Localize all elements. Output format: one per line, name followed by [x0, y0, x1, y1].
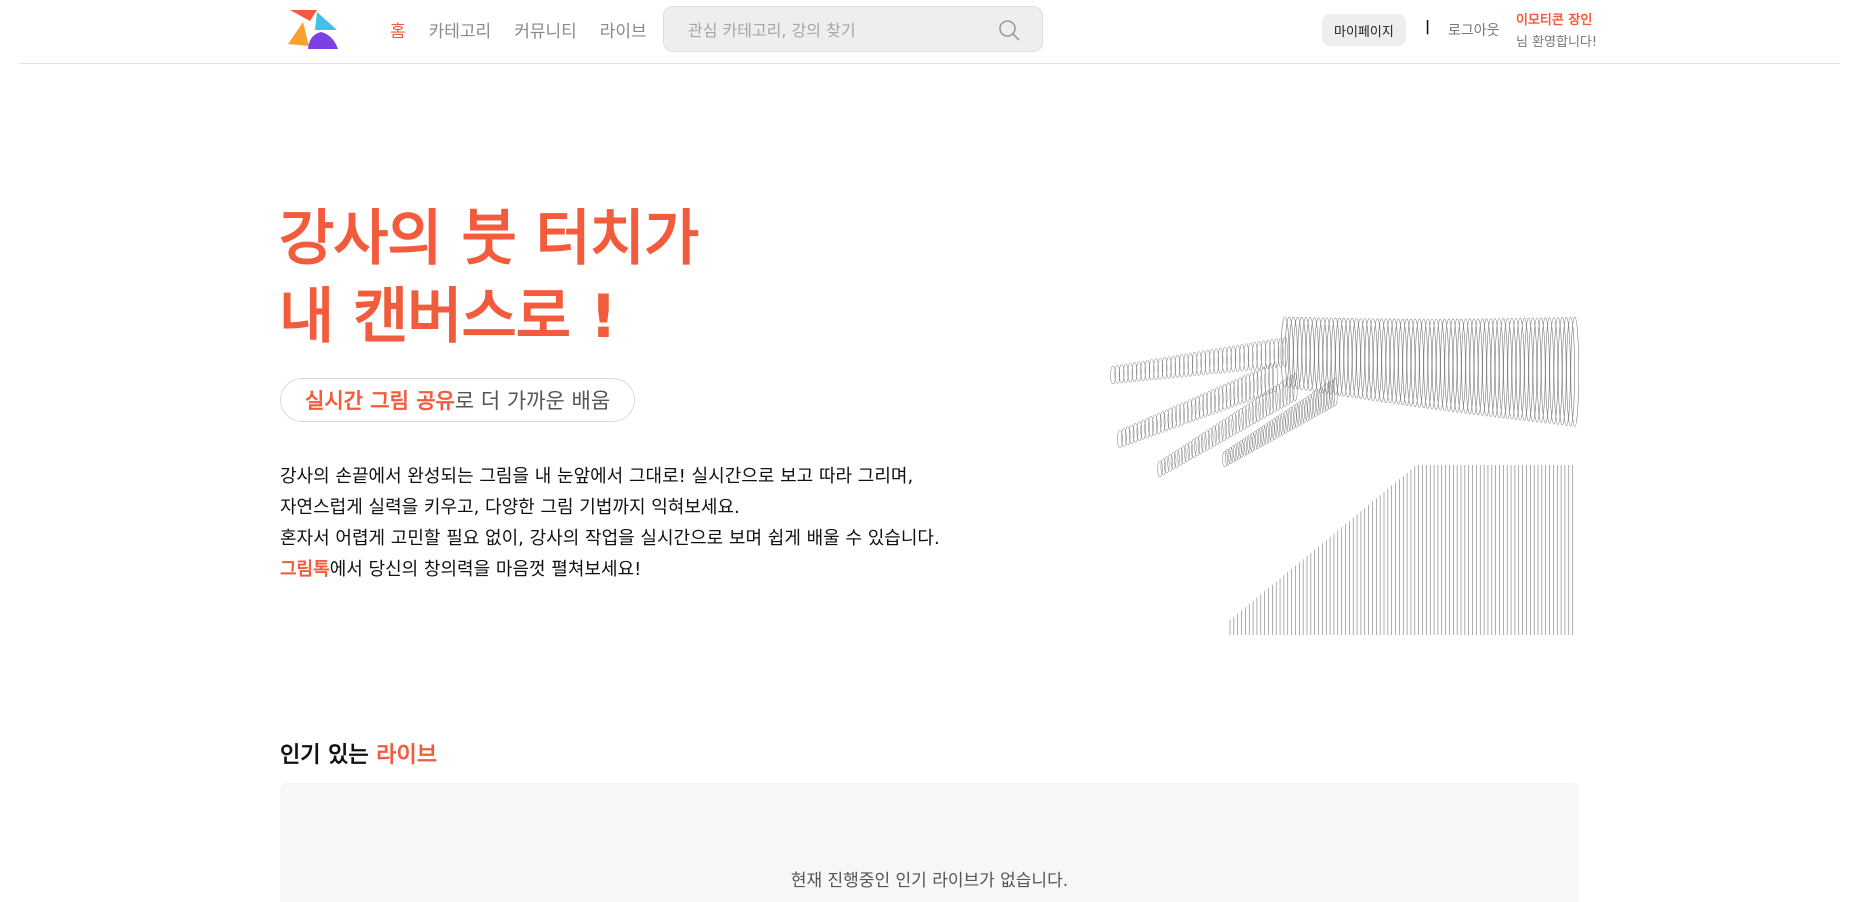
header-separator: | — [1425, 19, 1431, 35]
hero-description: 강사의 손끝에서 완성되는 그림을 내 눈앞에서 그대로! 실시간으로 보고 따… — [280, 461, 940, 585]
nav-category[interactable]: 카테고리 — [429, 17, 492, 42]
empty-live-message: 현재 진행중인 인기 라이브가 없습니다. — [790, 871, 1069, 891]
app-logo[interactable] — [287, 8, 339, 50]
top-header: 홈 카테고리 커뮤니티 라이브 마이페이지 | 로그아웃 이모티콘 장인 님 환… — [19, 0, 1840, 64]
popular-live-title: 인기 있는 라이브 — [280, 737, 437, 769]
section-title-prefix: 인기 있는 — [280, 743, 369, 768]
desc-line: 혼자서 어렵게 고민할 필요 없이, 강사의 작업을 실시간으로 보며 쉽게 배… — [280, 528, 940, 549]
welcome-message: 님 환영합니다! — [1516, 35, 1598, 50]
popular-live-panel: 현재 진행중인 인기 라이브가 없습니다. — [280, 783, 1579, 902]
desc-line: 그림톡에서 당신의 창의력을 마음껏 펼쳐보세요! — [280, 554, 940, 585]
nav-community[interactable]: 커뮤니티 — [514, 17, 577, 42]
mypage-button[interactable]: 마이페이지 — [1322, 14, 1406, 46]
hero-tagline-pill: 실시간 그림 공유 로 더 가까운 배움 — [280, 378, 636, 422]
desc-line: 강사의 손끝에서 완성되는 그림을 내 눈앞에서 그대로! 실시간으로 보고 따… — [280, 466, 914, 487]
brand-name: 그림톡 — [280, 559, 330, 580]
hero-title: 강사의 붓 터치가 내 캔버스로 ! — [279, 200, 699, 356]
nav-home[interactable]: 홈 — [390, 17, 406, 42]
section-title-highlight: 라이브 — [376, 743, 438, 768]
main-nav: 홈 카테고리 커뮤니티 라이브 — [390, 0, 647, 58]
logout-link[interactable]: 로그아웃 — [1448, 20, 1500, 40]
search-bar — [663, 6, 1043, 53]
nav-live[interactable]: 라이브 — [600, 17, 647, 42]
search-input[interactable] — [686, 7, 990, 53]
hero-title-line2: 내 캔버스로 ! — [279, 282, 617, 352]
tagline-rest: 로 더 가까운 배움 — [454, 389, 611, 413]
user-name: 이모티콘 장인 — [1516, 13, 1593, 28]
hero-title-line1: 강사의 붓 터치가 — [279, 204, 699, 274]
tagline-highlight: 실시간 그림 공유 — [305, 389, 455, 413]
desc-line-rest: 에서 당신의 창의력을 마음껏 펼쳐보세요! — [329, 559, 642, 580]
search-icon[interactable] — [998, 19, 1020, 41]
desc-line: 자연스럽게 실력을 키우고, 다양한 그림 기법까지 익혀보세요. — [280, 497, 740, 518]
hand-drawing-illustration — [1110, 316, 1579, 635]
